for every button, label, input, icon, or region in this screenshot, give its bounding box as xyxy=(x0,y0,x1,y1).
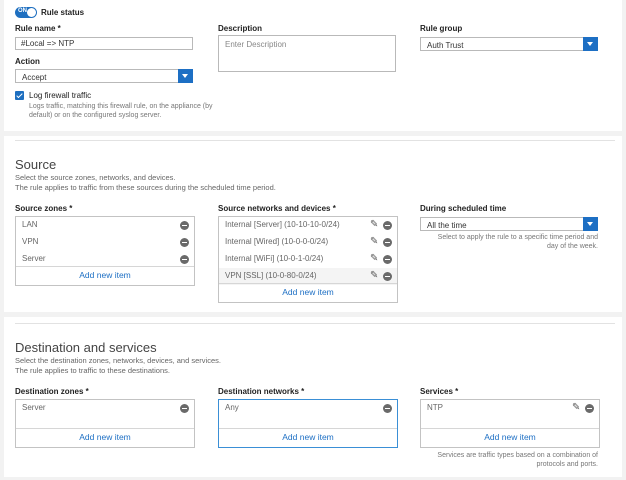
zone-name: VPN xyxy=(22,237,39,246)
source-divider xyxy=(15,140,615,141)
description-placeholder: Enter Description xyxy=(225,40,287,49)
schedule-select[interactable]: All the time xyxy=(420,217,598,231)
action-value: Accept xyxy=(22,73,47,82)
zone-name: Server xyxy=(22,403,46,412)
list-item: Server xyxy=(16,400,194,417)
log-help-line-2: default) or on the configured syslog ser… xyxy=(29,112,162,119)
zone-name: LAN xyxy=(22,220,38,229)
add-destination-network-button[interactable]: Add new item xyxy=(219,428,397,447)
network-name: Internal [Server] (10-10-10-0/24) xyxy=(225,220,340,229)
toggle-knob xyxy=(27,8,36,17)
services-help-2: protocols and ports. xyxy=(536,461,598,468)
services-list: NTP ✎ Add new item xyxy=(420,399,600,448)
schedule-value: All the time xyxy=(427,221,467,230)
schedule-label: During scheduled time xyxy=(420,204,507,213)
remove-icon[interactable] xyxy=(383,255,392,264)
add-source-network-button[interactable]: Add new item xyxy=(219,283,397,302)
add-source-zone-button[interactable]: Add new item xyxy=(16,266,194,285)
rule-group-select[interactable]: Auth Trust xyxy=(420,37,598,51)
toggle-on-label: ON xyxy=(18,8,27,14)
list-item: Internal [WiFi] (10-0-1-0/24) ✎ xyxy=(219,251,397,268)
network-name: Any xyxy=(225,403,239,412)
remove-icon[interactable] xyxy=(180,255,189,264)
action-label: Action xyxy=(15,57,40,66)
log-traffic-checkbox[interactable] xyxy=(15,91,24,100)
description-label: Description xyxy=(218,24,263,33)
remove-icon[interactable] xyxy=(180,238,189,247)
chevron-down-icon[interactable] xyxy=(583,217,598,231)
services-label: Services * xyxy=(420,387,459,396)
destination-desc-2: The rule applies to traffic to these des… xyxy=(15,366,170,375)
source-title: Source xyxy=(15,157,57,172)
destination-networks-label: Destination networks * xyxy=(218,387,305,396)
list-item: NTP ✎ xyxy=(421,400,599,417)
source-networks-list: Internal [Server] (10-10-10-0/24) ✎ Inte… xyxy=(218,216,398,303)
service-name: NTP xyxy=(427,403,443,412)
zone-name: Server xyxy=(22,254,46,263)
remove-icon[interactable] xyxy=(383,221,392,230)
chevron-down-icon[interactable] xyxy=(583,37,598,51)
list-item: VPN xyxy=(16,234,194,251)
destination-networks-list: Any Add new item xyxy=(218,399,398,448)
network-name: Internal [WiFi] (10-0-1-0/24) xyxy=(225,254,324,263)
pencil-icon[interactable]: ✎ xyxy=(370,254,380,264)
source-zones-label: Source zones * xyxy=(15,204,73,213)
pencil-icon[interactable]: ✎ xyxy=(572,403,582,413)
rule-status-toggle[interactable]: ON xyxy=(15,7,37,18)
list-item: LAN xyxy=(16,217,194,234)
rule-group-label: Rule group xyxy=(420,24,463,33)
destination-title: Destination and services xyxy=(15,340,157,355)
add-destination-zone-button[interactable]: Add new item xyxy=(16,428,194,447)
remove-icon[interactable] xyxy=(180,221,189,230)
pencil-icon[interactable]: ✎ xyxy=(370,271,380,281)
remove-icon[interactable] xyxy=(585,404,594,413)
rule-group-value: Auth Trust xyxy=(427,41,464,50)
source-zones-list: LAN VPN Server Add new item xyxy=(15,216,195,286)
pencil-icon[interactable]: ✎ xyxy=(370,220,380,230)
source-networks-label: Source networks and devices * xyxy=(218,204,336,213)
log-traffic-label: Log firewall traffic xyxy=(29,91,92,100)
rule-name-label: Rule name * xyxy=(15,24,61,33)
schedule-help-2: day of the week. xyxy=(547,243,598,250)
remove-icon[interactable] xyxy=(383,238,392,247)
network-name: Internal [Wired] (10-0-0-0/24) xyxy=(225,237,329,246)
network-name: VPN [SSL] (10-0-80-0/24) xyxy=(225,271,317,280)
destination-divider xyxy=(15,323,615,324)
pencil-icon[interactable]: ✎ xyxy=(370,237,380,247)
list-item: Any xyxy=(219,400,397,417)
description-textarea[interactable]: Enter Description xyxy=(218,35,396,72)
source-desc-2: The rule applies to traffic from these s… xyxy=(15,183,276,192)
list-item: Internal [Server] (10-10-10-0/24) ✎ xyxy=(219,217,397,234)
remove-icon[interactable] xyxy=(180,404,189,413)
rule-name-input[interactable] xyxy=(15,37,193,50)
add-service-button[interactable]: Add new item xyxy=(421,428,599,447)
rule-status-label: Rule status xyxy=(41,8,85,17)
destination-zones-label: Destination zones * xyxy=(15,387,89,396)
list-item: Internal [Wired] (10-0-0-0/24) ✎ xyxy=(219,234,397,251)
remove-icon[interactable] xyxy=(383,272,392,281)
remove-icon[interactable] xyxy=(383,404,392,413)
action-select[interactable]: Accept xyxy=(15,69,193,83)
destination-zones-list: Server Add new item xyxy=(15,399,195,448)
chevron-down-icon[interactable] xyxy=(178,69,193,83)
